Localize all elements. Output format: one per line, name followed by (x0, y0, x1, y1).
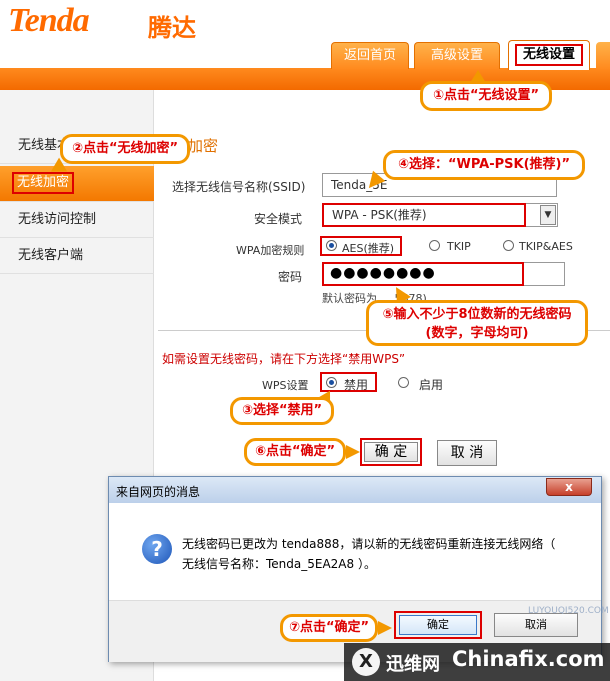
dialog-ok-button[interactable]: 确定 (399, 615, 477, 635)
wps-note: 如需设置无线密码，请在下方选择“禁用WPS” (162, 352, 406, 366)
callout-step-5: ⑤输入不少于8位数新的无线密码 (数字，字母均可) (366, 300, 588, 346)
callout-step-5-line2: (数字，字母均可) (425, 326, 529, 341)
radio-tkip-aes-label: TKIP&AES (519, 240, 573, 253)
radio-wps-disable-label: 禁用 (344, 378, 369, 392)
section-title: 加密 (188, 137, 219, 155)
chevron-down-icon[interactable]: ▼ (540, 205, 556, 225)
wpa-rule-label: WPA加密规则 (236, 244, 305, 257)
dialog-message-line2: 无线信号名称：Tenda_5EA2A8 ）。 (182, 557, 376, 571)
sidebar-item-security[interactable]: 无线加密 (0, 166, 154, 202)
watermark-en: Chinafix.com (452, 647, 605, 671)
dialog-message-line1: 无线密码已更改为 tenda888，请以新的无线密码重新连接无线网络（ (182, 537, 556, 551)
dialog-cancel-button[interactable]: 取消 (494, 613, 578, 637)
watermark-logo-icon: X (352, 648, 380, 676)
callout-step-2: ②点击“无线加密” (60, 134, 190, 164)
radio-tkip[interactable] (429, 240, 440, 251)
security-mode-value: WPA - PSK(推荐) (322, 203, 526, 227)
cancel-button[interactable]: 取 消 (437, 440, 497, 466)
sidebar-item-access-control[interactable]: 无线访问控制 (0, 202, 154, 238)
radio-wps-disable[interactable] (326, 377, 337, 388)
callout-step-7: ⑦点击“确定” (280, 614, 378, 642)
close-icon[interactable]: x (546, 478, 592, 496)
sidebar-item-security-label: 无线加密 (12, 172, 75, 194)
faint-watermark: LUYOUQI520.COM (528, 606, 609, 616)
watermark-cn: 迅维网 (386, 654, 440, 675)
tab-advanced[interactable]: 高级设置 (414, 42, 500, 69)
password-value: ●●●●●●●● (322, 262, 524, 286)
tab-edge (596, 42, 610, 69)
tab-home[interactable]: 返回首页 (331, 42, 409, 69)
callout-step-6: ⑥点击“确定” (244, 438, 346, 466)
dialog-title: 来自网页的消息 (116, 485, 201, 499)
callout-pointer (378, 621, 392, 635)
radio-tkip-label: TKIP (447, 240, 471, 253)
ok-button[interactable]: 确 定 (364, 442, 418, 462)
security-mode-label: 安全模式 (254, 212, 303, 226)
password-label: 密码 (278, 270, 303, 284)
ssid-label: 选择无线信号名称(SSID) (172, 180, 306, 194)
radio-tkip-aes[interactable] (503, 240, 514, 251)
radio-wps-enable-label: 启用 (419, 378, 444, 392)
callout-step-5-line1: ⑤输入不少于8位数新的无线密码 (382, 307, 572, 322)
wps-label: WPS设置 (262, 379, 309, 392)
tab-wireless[interactable]: 无线设置 (508, 40, 590, 70)
radio-aes-label: AES(推荐) (342, 242, 395, 255)
callout-pointer (346, 445, 360, 459)
radio-wps-enable[interactable] (398, 377, 409, 388)
callout-step-3: ③选择“禁用” (230, 397, 334, 425)
tenda-logo: Tenda (8, 2, 90, 39)
question-icon: ? (142, 534, 172, 564)
tenda-logo-cn: 腾达 (148, 14, 196, 42)
radio-aes[interactable] (326, 240, 337, 251)
sidebar-item-clients[interactable]: 无线客户端 (0, 238, 154, 274)
callout-step-4: ④选择：“WPA-PSK(推荐)” (383, 150, 585, 180)
tab-wireless-label: 无线设置 (515, 44, 583, 66)
callout-step-1: ①点击“无线设置” (420, 81, 552, 111)
